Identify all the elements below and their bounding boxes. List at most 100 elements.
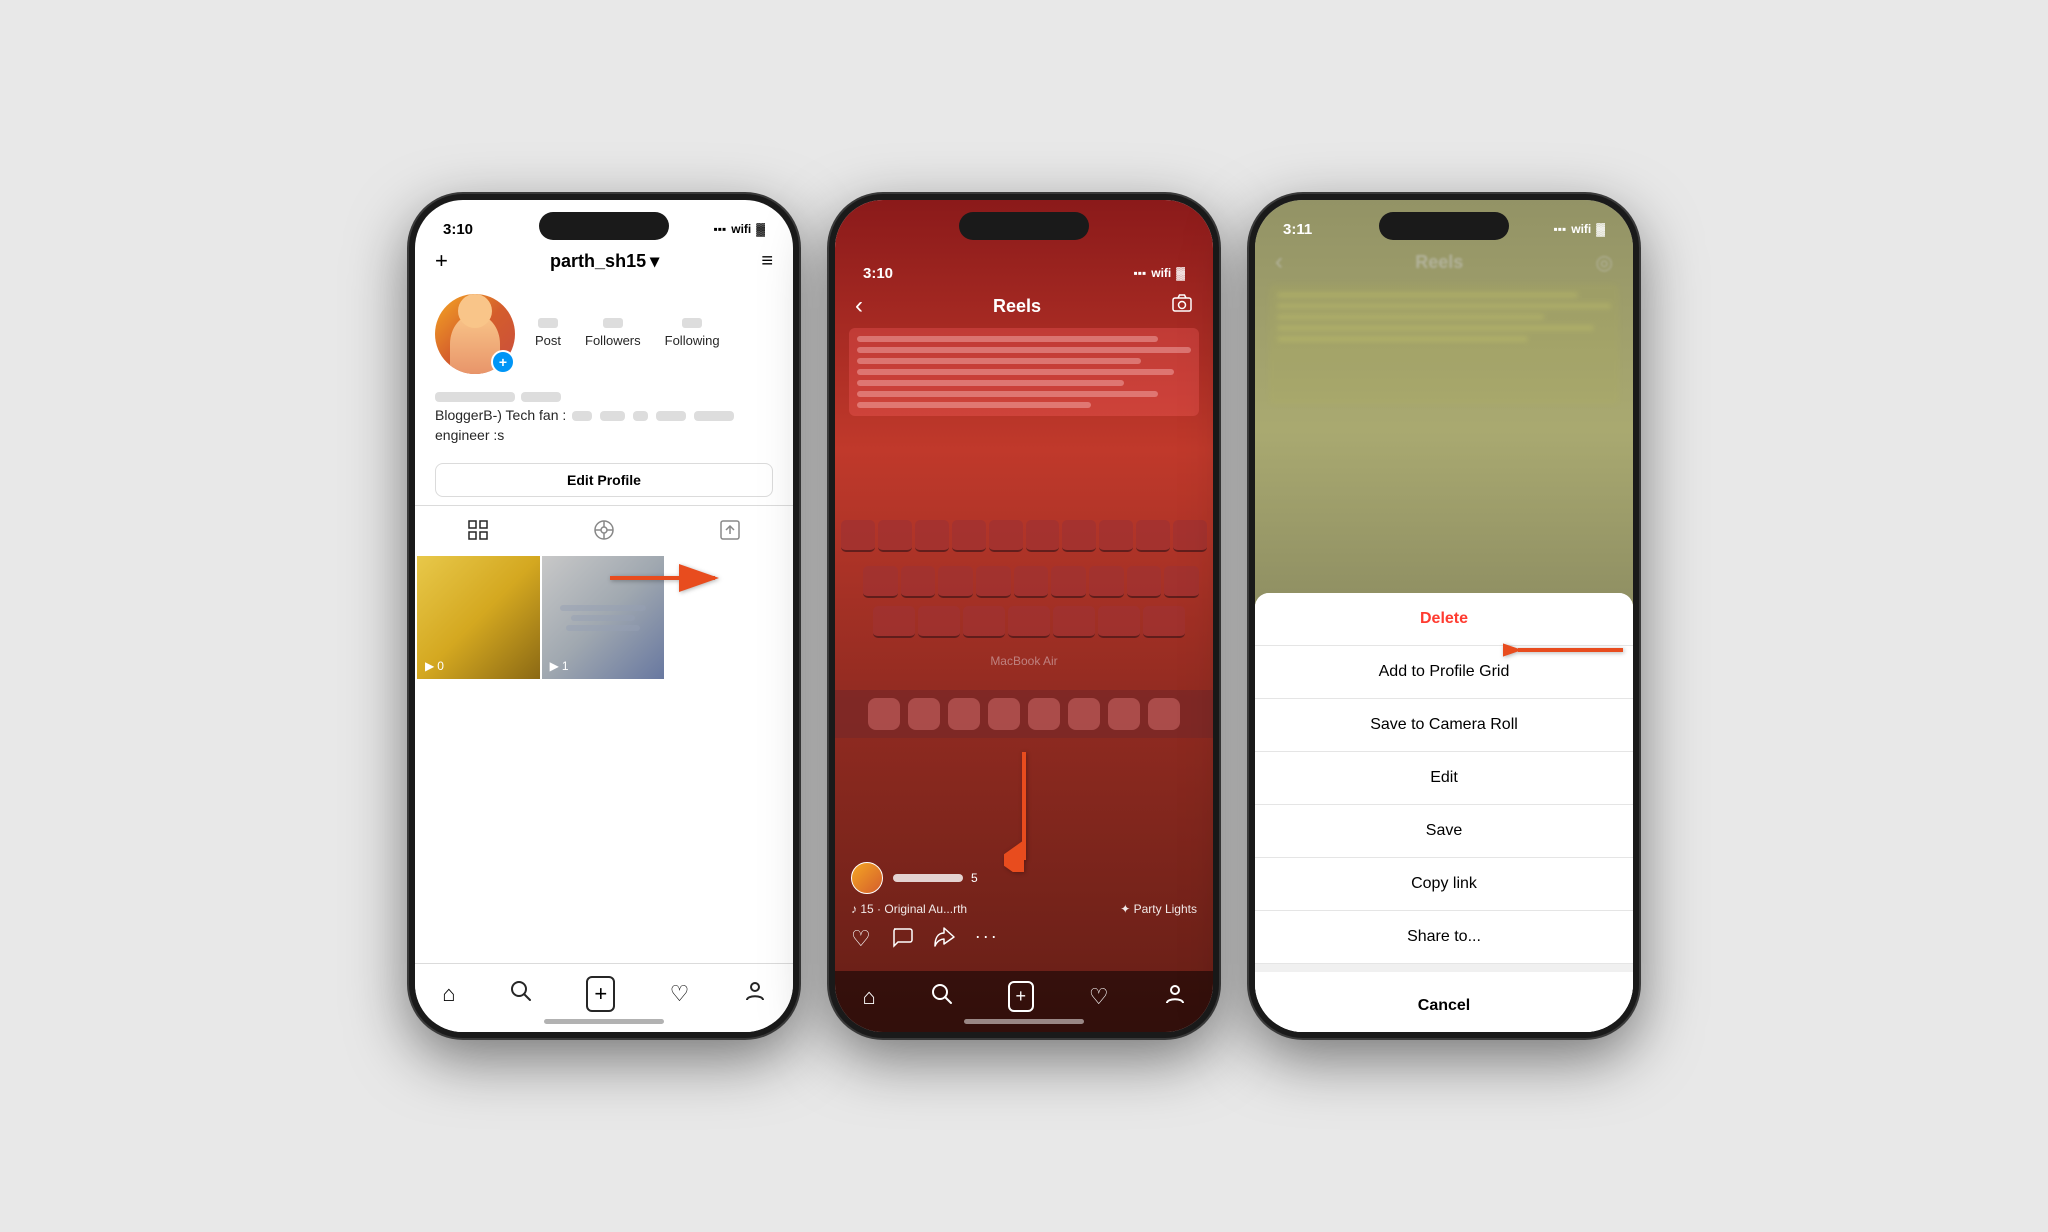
p1-bio-line2: engineer :s bbox=[435, 426, 773, 446]
p2-arrow-down bbox=[1004, 752, 1044, 877]
p1-stat-posts[interactable]: Post bbox=[535, 318, 561, 350]
p3-edit-label: Edit bbox=[1430, 769, 1458, 786]
key bbox=[1008, 606, 1050, 638]
p1-video-num-2: 1 bbox=[562, 659, 569, 673]
p3-share-to-label: Share to... bbox=[1407, 928, 1481, 945]
p3-copy-link-button[interactable]: Copy link bbox=[1255, 858, 1633, 911]
p2-back-icon[interactable]: ‹ bbox=[855, 292, 863, 320]
p1-video-num-1: 0 bbox=[437, 659, 444, 673]
key bbox=[1173, 520, 1207, 552]
p1-username-dropdown[interactable]: parth_sh15 ▾ bbox=[550, 251, 659, 272]
p1-stat-following[interactable]: Following bbox=[665, 318, 720, 350]
p1-avatar-wrap: + bbox=[435, 294, 515, 374]
p3-share-to-button[interactable]: Share to... bbox=[1255, 911, 1633, 964]
p3-save-button[interactable]: Save bbox=[1255, 805, 1633, 858]
p2-status-time: 3:10 bbox=[863, 265, 893, 282]
p1-tab-tagged[interactable] bbox=[667, 506, 793, 554]
p2-article-overlay: 3:10 ▪▪▪ wifi ▓ ‹ Reels bbox=[835, 244, 1213, 416]
p2-nav-search[interactable] bbox=[931, 983, 953, 1010]
key bbox=[963, 606, 1005, 638]
p2-share-button[interactable] bbox=[933, 926, 955, 954]
p1-nav-home[interactable]: ⌂ bbox=[442, 981, 455, 1007]
p3-copy-link-label: Copy link bbox=[1411, 875, 1477, 892]
p1-tab-reels[interactable] bbox=[541, 506, 667, 554]
key bbox=[915, 520, 949, 552]
p1-tab-grid[interactable] bbox=[415, 506, 541, 554]
p1-bio-line1: BloggerB-) Tech fan : bbox=[435, 406, 773, 426]
p1-chevron-icon: ▾ bbox=[650, 251, 659, 272]
p1-stats: Post Followers Following bbox=[535, 318, 720, 350]
p1-nav-search[interactable] bbox=[510, 980, 532, 1008]
p1-video-count-2: ▶ 1 bbox=[550, 659, 569, 673]
key bbox=[1099, 520, 1133, 552]
p2-audio-source: Original Au...rth bbox=[884, 902, 967, 916]
p1-arrow-right bbox=[610, 558, 730, 603]
p2-battery-icon: ▓ bbox=[1176, 266, 1185, 280]
key bbox=[1051, 566, 1086, 598]
p1-bio: BloggerB-) Tech fan : engineer :s bbox=[415, 384, 793, 455]
notch-2 bbox=[959, 212, 1089, 240]
p1-nav-heart[interactable]: ♡ bbox=[670, 981, 690, 1007]
p2-comment-button[interactable] bbox=[891, 926, 913, 954]
key bbox=[901, 566, 936, 598]
notch-1 bbox=[539, 212, 669, 240]
p2-dock bbox=[835, 690, 1213, 738]
p2-nav-home[interactable]: ⌂ bbox=[862, 984, 875, 1010]
p1-stat-followers[interactable]: Followers bbox=[585, 318, 641, 350]
p3-save-camera-label: Save to Camera Roll bbox=[1370, 716, 1518, 733]
dock-icon bbox=[908, 698, 940, 730]
p2-username-bar bbox=[893, 874, 963, 882]
p1-bio-dash4 bbox=[656, 411, 686, 421]
p2-action-row: ♡ ··· bbox=[835, 918, 1213, 962]
p1-navbar: + parth_sh15 ▾ ≡ bbox=[415, 244, 793, 284]
key bbox=[952, 520, 986, 552]
p1-edit-profile-button[interactable]: Edit Profile bbox=[435, 463, 773, 497]
p2-camera-icon[interactable] bbox=[1171, 292, 1193, 320]
p1-photo-grid: ▶ 0 ▶ 1 bbox=[415, 554, 793, 681]
p1-nav-profile[interactable] bbox=[744, 980, 766, 1008]
phone-2: MacBook Air 3:10 bbox=[829, 194, 1219, 1038]
p2-more-button[interactable]: ··· bbox=[975, 926, 999, 954]
p3-save-label: Save bbox=[1426, 822, 1462, 839]
key bbox=[1127, 566, 1162, 598]
p1-menu-icon[interactable]: ≡ bbox=[761, 250, 773, 273]
phone-2-screen: MacBook Air 3:10 bbox=[835, 200, 1213, 1032]
p2-nav-add[interactable]: + bbox=[1008, 981, 1035, 1012]
key bbox=[873, 606, 915, 638]
notch-3 bbox=[1379, 212, 1509, 240]
dock-icon bbox=[1028, 698, 1060, 730]
p1-add-story-badge[interactable]: + bbox=[491, 350, 515, 374]
p1-followers-count-placeholder bbox=[603, 318, 623, 328]
p3-edit-button[interactable]: Edit bbox=[1255, 752, 1633, 805]
p3-add-profile-label: Add to Profile Grid bbox=[1379, 663, 1510, 680]
p1-tabs bbox=[415, 505, 793, 554]
p1-grid-item-1[interactable]: ▶ 0 bbox=[417, 556, 540, 679]
key bbox=[1026, 520, 1060, 552]
p1-name-placeholder bbox=[435, 392, 515, 402]
key bbox=[1089, 566, 1124, 598]
p1-post-label: Post bbox=[535, 333, 561, 348]
p3-cancel-button[interactable]: Cancel bbox=[1255, 980, 1633, 1032]
p1-bio-dash1 bbox=[572, 411, 592, 421]
p3-battery-icon: ▓ bbox=[1596, 222, 1605, 236]
p1-bio-dash3 bbox=[633, 411, 648, 421]
key bbox=[878, 520, 912, 552]
key bbox=[918, 606, 960, 638]
p2-audio-effect: ✦ Party Lights bbox=[1120, 902, 1197, 916]
p2-nav-heart[interactable]: ♡ bbox=[1089, 984, 1109, 1010]
p3-signal-icon: ▪▪▪ bbox=[1553, 222, 1566, 236]
dock-icon bbox=[1148, 698, 1180, 730]
key bbox=[1143, 606, 1185, 638]
key bbox=[1136, 520, 1170, 552]
p1-nav-add[interactable]: + bbox=[586, 976, 615, 1012]
key bbox=[841, 520, 875, 552]
p1-username: parth_sh15 bbox=[550, 251, 646, 272]
p3-delete-label: Delete bbox=[1420, 610, 1468, 627]
p2-like-button[interactable]: ♡ bbox=[851, 926, 871, 954]
p2-header: ‹ Reels bbox=[835, 288, 1213, 328]
p2-nav-profile[interactable] bbox=[1164, 983, 1186, 1010]
phone-1-screen: 3:10 ▪▪▪ wifi ▓ + parth_sh15 ▾ ≡ + bbox=[415, 200, 793, 1032]
key bbox=[1164, 566, 1199, 598]
p1-add-icon[interactable]: + bbox=[435, 248, 448, 274]
p3-save-camera-roll-button[interactable]: Save to Camera Roll bbox=[1255, 699, 1633, 752]
